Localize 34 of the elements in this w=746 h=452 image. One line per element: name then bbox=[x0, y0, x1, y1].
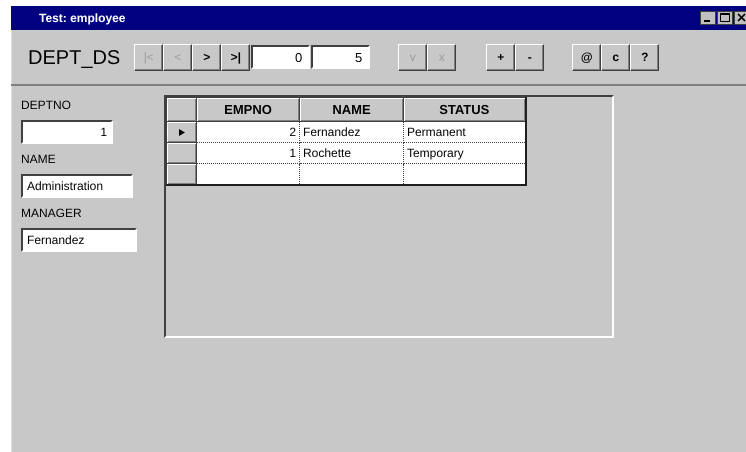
field-label: NAME bbox=[21, 152, 56, 166]
record-field[interactable]: 0 bbox=[251, 45, 310, 69]
row-indicator[interactable] bbox=[166, 164, 196, 184]
input-field[interactable]: Administration bbox=[21, 174, 133, 198]
row-indicator[interactable] bbox=[166, 142, 196, 164]
table-cell: Fernandez bbox=[300, 122, 404, 142]
corner-cell bbox=[166, 98, 196, 122]
window-title: Test: employee bbox=[39, 11, 126, 25]
minimize-icon[interactable] bbox=[700, 11, 716, 25]
column-header[interactable]: NAME bbox=[300, 98, 404, 122]
toolbar-button[interactable]: c bbox=[601, 44, 630, 70]
table-cell: Rochette bbox=[300, 142, 404, 164]
close-icon[interactable] bbox=[734, 11, 746, 25]
toolbar-button[interactable]: @ bbox=[572, 44, 602, 70]
navigation-button[interactable]: > bbox=[192, 44, 222, 70]
table-cell: Permanent bbox=[404, 122, 526, 142]
toolbar-button[interactable]: ? bbox=[630, 44, 660, 70]
input-field[interactable]: Fernandez bbox=[21, 228, 137, 252]
dataset-name: DEPT_DS bbox=[28, 47, 120, 70]
column-header[interactable]: STATUS bbox=[404, 98, 526, 122]
toolbar-button[interactable]: + bbox=[486, 44, 516, 70]
row-indicator[interactable] bbox=[166, 122, 196, 142]
toolbar-button[interactable]: - bbox=[515, 44, 544, 70]
table-cell: 2 bbox=[196, 122, 300, 142]
input-field[interactable]: 1 bbox=[21, 120, 113, 144]
record-field[interactable]: 5 bbox=[311, 45, 370, 69]
table-cell: Temporary bbox=[404, 142, 526, 164]
column-header[interactable]: EMPNO bbox=[196, 98, 300, 122]
field-label: MANAGER bbox=[21, 206, 82, 220]
field-label: DEPTNO bbox=[21, 98, 72, 112]
current-row-icon bbox=[178, 129, 184, 136]
table-cell: 1 bbox=[196, 142, 300, 164]
maximize-icon[interactable] bbox=[717, 11, 733, 25]
navigation-button[interactable]: >| bbox=[221, 44, 250, 70]
